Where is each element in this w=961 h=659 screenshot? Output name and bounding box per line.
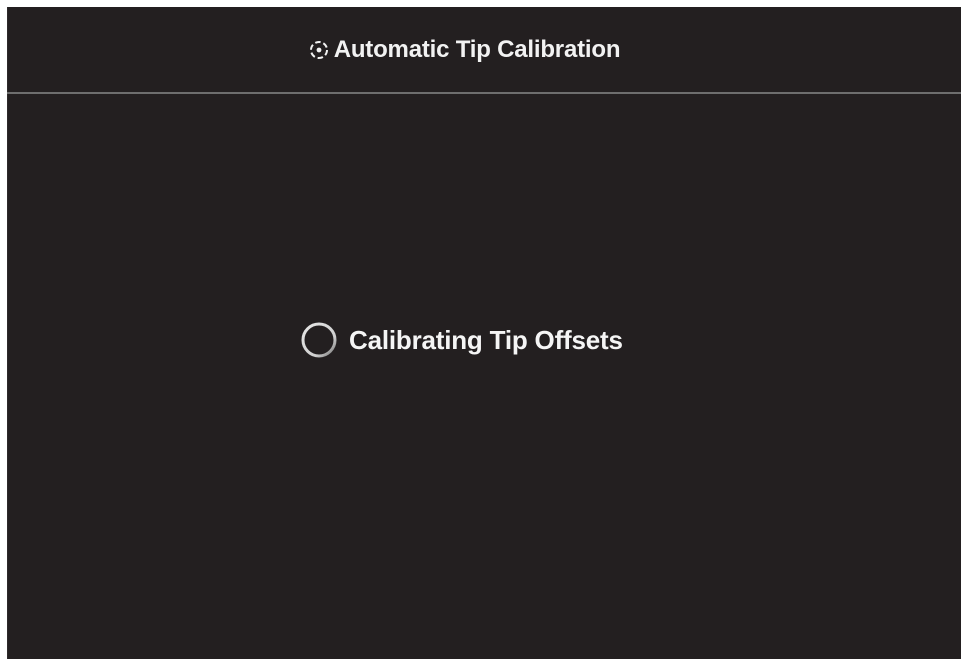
calibration-dialog: Automatic Tip Calibration Calibrating Ti… [7, 7, 961, 659]
screen: Automatic Tip Calibration Calibrating Ti… [0, 0, 961, 659]
loading-spinner-icon [297, 318, 341, 362]
status-message: Calibrating Tip Offsets [349, 324, 623, 355]
dialog-body: Calibrating Tip Offsets [7, 96, 961, 659]
calibration-status: Calibrating Tip Offsets [297, 318, 623, 362]
calibration-crosshair-icon [308, 39, 330, 61]
dialog-header: Automatic Tip Calibration [7, 7, 961, 94]
dialog-title: Automatic Tip Calibration [333, 35, 621, 63]
